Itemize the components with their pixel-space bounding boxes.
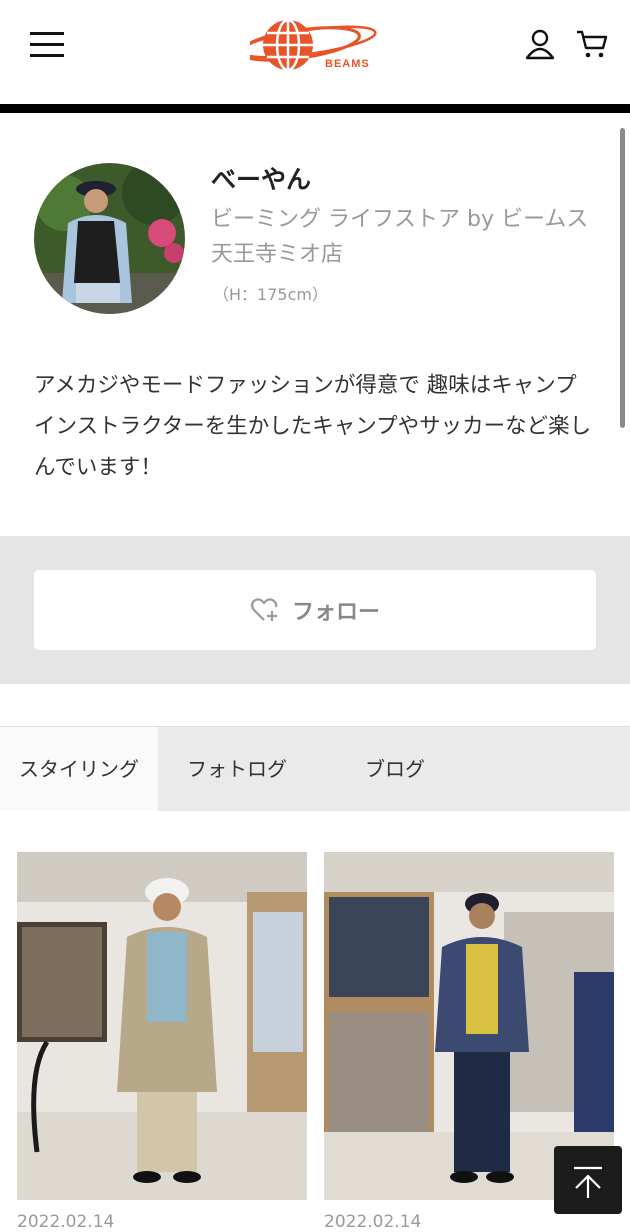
tab-photolog[interactable]: フォトログ [158, 727, 316, 811]
follow-button-label: フォロー [291, 600, 380, 625]
staff-avatar [34, 163, 185, 314]
post-date: 2022.02.14 [324, 1212, 422, 1232]
staff-name: べーやん [211, 165, 312, 194]
site-header: BEAMS [0, 0, 630, 104]
follow-button[interactable]: フォロー [34, 570, 596, 650]
heart-plus-icon [250, 598, 278, 621]
staff-height: （H：175cm） [213, 285, 328, 304]
tab-blog[interactable]: ブログ [316, 727, 474, 811]
post-date: 2022.02.14 [17, 1212, 115, 1232]
tab-styling[interactable]: スタイリング [0, 727, 158, 811]
header-divider [0, 104, 630, 113]
brand-wordmark: BEAMS [325, 58, 370, 70]
staff-bio: アメカジやモードファッションが得意で 趣味はキャンプインストラクターを生かしたキ… [34, 373, 592, 480]
arrow-up-to-top-icon[interactable] [554, 1146, 622, 1214]
user-icon[interactable] [524, 28, 556, 60]
page-scrollbar[interactable] [620, 128, 625, 428]
shopping-cart-icon[interactable] [576, 28, 608, 60]
hamburger-menu-icon[interactable] [30, 32, 64, 58]
staff-store-link[interactable]: ビーミング ライフストア by ビームス 天王寺ミオ店 [211, 202, 596, 272]
styling-photo[interactable] [17, 852, 307, 1200]
content-tabs: スタイリング フォトログ ブログ [0, 726, 630, 811]
